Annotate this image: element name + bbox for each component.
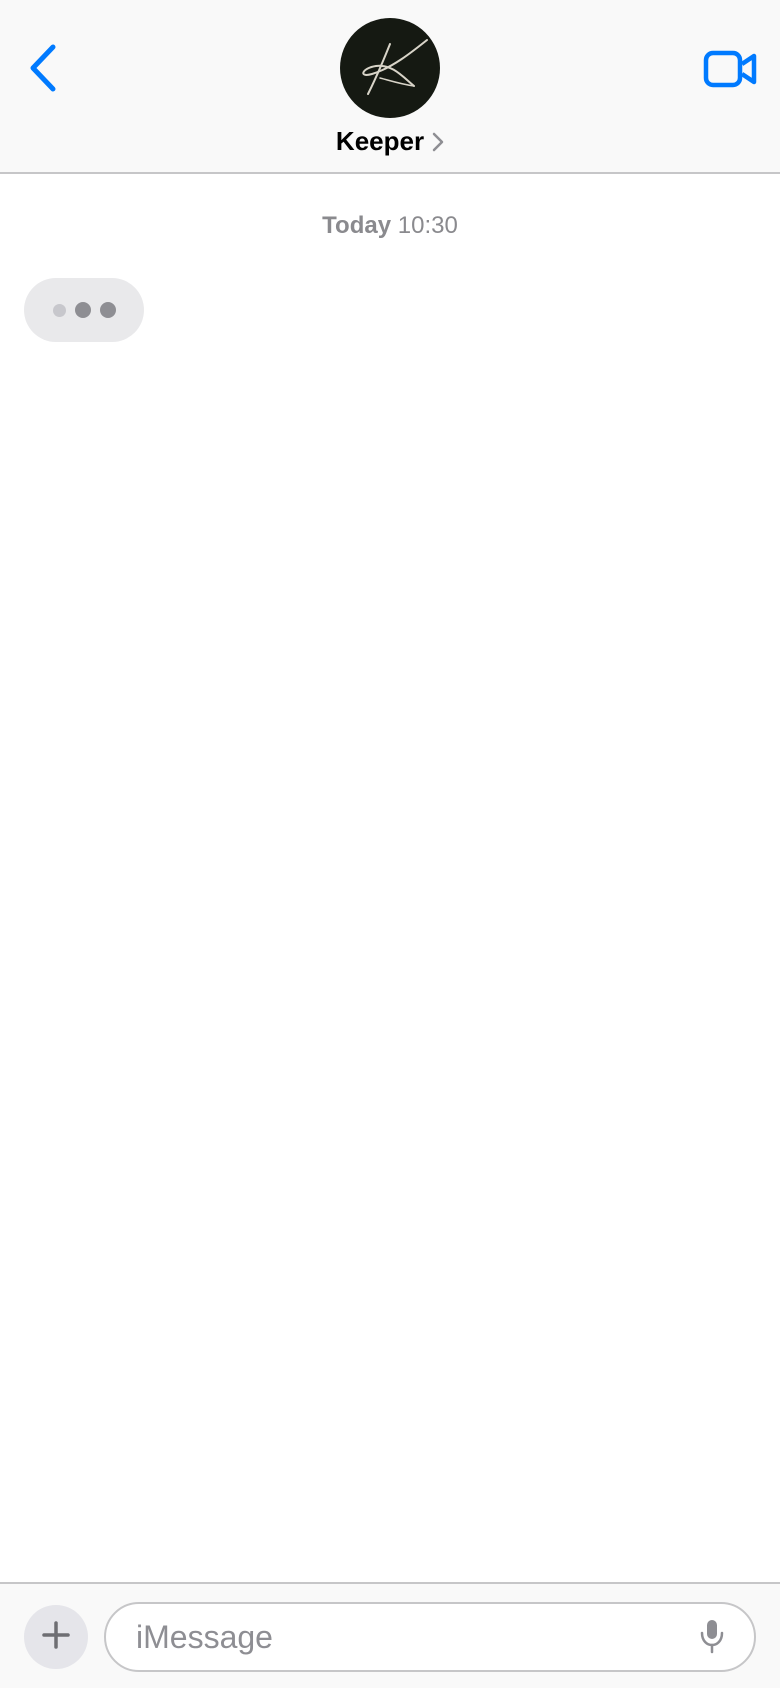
message-composer-bar [0,1582,780,1688]
contact-info-button[interactable]: Keeper [290,18,490,157]
conversation-header: Keeper [0,0,780,174]
typing-dot-icon [74,302,91,318]
video-camera-icon [703,49,759,94]
contact-name-row: Keeper [336,126,444,157]
avatar[interactable] [340,18,440,118]
back-button[interactable] [18,36,68,104]
plus-icon [41,1620,71,1655]
dictation-button[interactable] [692,1616,732,1660]
chevron-left-icon [28,43,58,98]
timestamp-day: Today [322,212,392,239]
apps-plus-button[interactable] [24,1605,88,1669]
typing-dot-icon [52,303,66,317]
chevron-right-icon [432,132,444,152]
signature-k-logo [362,39,428,95]
contact-name: Keeper [335,126,425,156]
typing-dot-icon [99,302,116,318]
typing-indicator-bubble [24,278,144,342]
timestamp-time: 10:30 [397,212,458,239]
message-timestamp: Today 10:30 [0,212,780,240]
microphone-icon [699,1618,725,1659]
imessage-input[interactable] [134,1617,678,1657]
facetime-video-button[interactable] [696,42,766,100]
message-field[interactable] [104,1602,756,1672]
